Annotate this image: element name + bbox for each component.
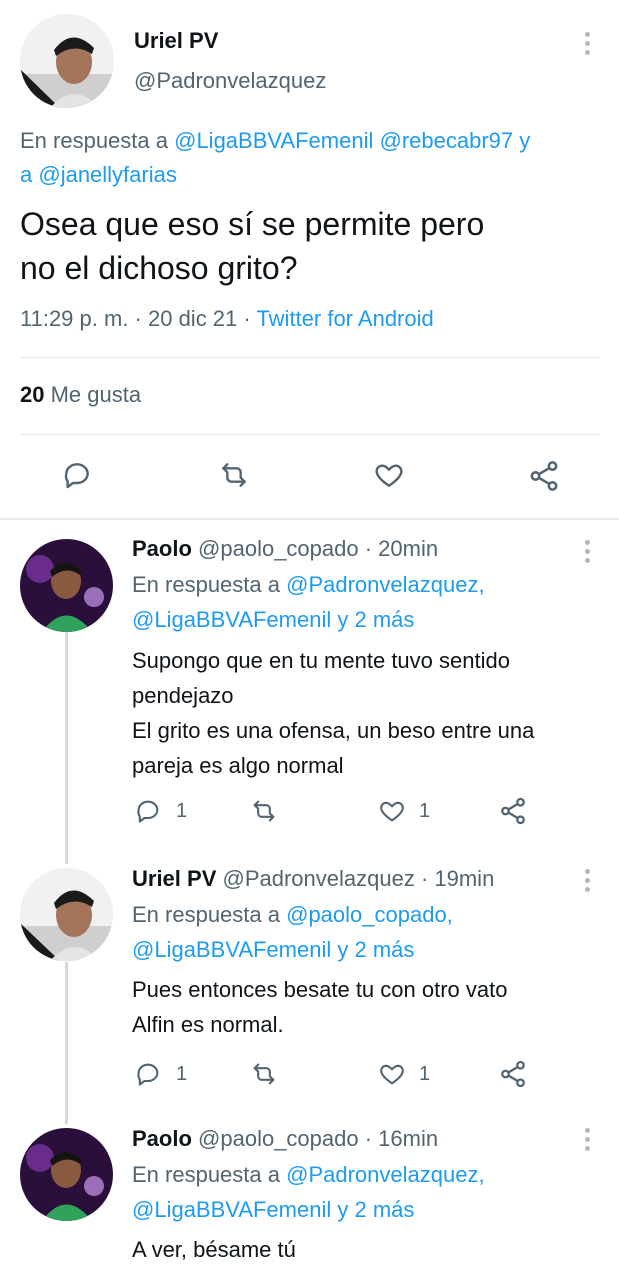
tweet-meta: 11:29 p. m. · 20 dic 21 · Twitter for An…	[20, 306, 434, 332]
reply-count: 1	[176, 1062, 188, 1085]
like-action[interactable]: 1	[377, 797, 430, 825]
divider	[0, 518, 619, 520]
tweet-text-line: Osea que eso sí se permite pero	[20, 206, 485, 242]
reply-and: y	[513, 128, 531, 153]
reply-text-line: Supongo que en tu mente tuvo sentido	[132, 648, 510, 673]
more-mentions-link[interactable]: 2 más	[354, 1197, 414, 1222]
heart-icon	[380, 801, 404, 822]
reply-count: 1	[176, 799, 188, 822]
reply-action[interactable]: 1	[134, 1060, 187, 1088]
tweet-timestamp[interactable]: 11:29 p. m. · 20 dic 21 ·	[20, 306, 256, 331]
reply-text: Pues entonces besate tu con otro vato Al…	[132, 972, 607, 1042]
reply-prefix: En respuesta a	[132, 1162, 287, 1187]
reply-and: y	[331, 607, 355, 632]
author-name[interactable]: Uriel PV	[134, 28, 218, 54]
more-vertical-icon[interactable]	[585, 32, 591, 55]
more-mentions-link[interactable]: 2 más	[354, 607, 414, 632]
author-handle[interactable]: @Padronvelazquez	[134, 68, 326, 94]
main-tweet-header: Uriel PV @Padronvelazquez	[20, 14, 600, 109]
reply-context: En respuesta a @Padronvelazquez, @LigaBBV…	[132, 1157, 602, 1227]
divider	[20, 434, 600, 435]
reply-text-line: El grito es una ofensa, un beso entre un…	[132, 718, 535, 743]
avatar[interactable]	[20, 539, 113, 632]
reply-prefix: En respuesta a	[20, 128, 175, 153]
avatar-photo	[20, 539, 113, 632]
reply-and: a	[20, 162, 39, 187]
author-name[interactable]: Paolo	[132, 1126, 192, 1151]
mention-link[interactable]: @Padronvelazquez,	[286, 572, 484, 597]
more-vertical-icon[interactable]	[585, 540, 591, 563]
speech-bubble-icon	[137, 1063, 159, 1086]
share-icon[interactable]	[498, 796, 528, 826]
avatar[interactable]	[20, 1128, 113, 1221]
reply-text: A ver, bésame tú	[132, 1232, 607, 1264]
author-name[interactable]: Uriel PV	[132, 866, 216, 891]
speech-bubble-icon[interactable]	[61, 459, 93, 491]
divider	[20, 357, 600, 358]
tweet-source-link[interactable]: Twitter for Android	[256, 306, 433, 331]
avatar-photo	[20, 868, 113, 961]
reply-prefix: En respuesta a	[132, 572, 287, 597]
reply-context: En respuesta a @LigaBBVAFemenil @rebecab…	[20, 124, 605, 192]
more-vertical-icon[interactable]	[585, 1128, 591, 1151]
retweet-icon[interactable]	[217, 459, 251, 491]
reply-text-line: A ver, bésame tú	[132, 1237, 296, 1262]
reply-header: Uriel PV @Padronvelazquez · 19min	[132, 866, 494, 892]
avatar-photo	[20, 1128, 113, 1221]
mention-link[interactable]: @LigaBBVAFemenil	[132, 1197, 331, 1222]
likes-count[interactable]: 20 Me gusta	[20, 382, 141, 408]
mention-link[interactable]: @rebecabr97	[379, 128, 513, 153]
reply-text-line: Pues entonces besate tu con otro vato	[132, 977, 508, 1002]
retweet-icon[interactable]	[249, 1060, 279, 1088]
speech-bubble-icon	[137, 800, 159, 823]
reply-prefix: En respuesta a	[132, 902, 287, 927]
heart-icon[interactable]	[372, 459, 406, 491]
likes-label: Me gusta	[44, 382, 142, 407]
thread-connector	[65, 962, 68, 1124]
like-action[interactable]: 1	[377, 1060, 430, 1088]
likes-number: 20	[20, 382, 45, 407]
author-handle-time[interactable]: @paolo_copado · 16min	[198, 1126, 438, 1151]
tweet-text: Osea que eso sí se permite pero no el di…	[20, 202, 605, 290]
reply-context: En respuesta a @paolo_copado, @LigaBBVAFe…	[132, 897, 602, 967]
author-handle-time[interactable]: @paolo_copado · 20min	[198, 536, 438, 561]
thread-connector	[65, 632, 68, 864]
mention-link[interactable]: @LigaBBVAFemenil	[132, 937, 331, 962]
reply-text-line: Alfin es normal.	[132, 1012, 284, 1037]
reply-and: y	[331, 937, 355, 962]
like-count: 1	[419, 799, 431, 822]
reply-header: Paolo @paolo_copado · 20min	[132, 536, 438, 562]
reply-text-line: pendejazo	[132, 683, 234, 708]
author-name[interactable]: Paolo	[132, 536, 192, 561]
heart-icon	[380, 1064, 404, 1085]
avatar-photo	[20, 14, 114, 108]
mention-link[interactable]: @janellyfarias	[38, 162, 177, 187]
avatar[interactable]	[20, 868, 113, 961]
more-vertical-icon[interactable]	[585, 869, 591, 892]
like-count: 1	[419, 1062, 431, 1085]
reply-action[interactable]: 1	[134, 797, 187, 825]
mention-link[interactable]: @LigaBBVAFemenil	[174, 128, 373, 153]
reply-context: En respuesta a @Padronvelazquez, @LigaBBV…	[132, 567, 602, 637]
author-handle-time[interactable]: @Padronvelazquez · 19min	[223, 866, 495, 891]
avatar[interactable]	[20, 14, 114, 108]
reply-text-line: pareja es algo normal	[132, 753, 344, 778]
reply-and: y	[331, 1197, 355, 1222]
mention-link[interactable]: @LigaBBVAFemenil	[132, 607, 331, 632]
mention-link[interactable]: @paolo_copado,	[286, 902, 453, 927]
more-mentions-link[interactable]: 2 más	[354, 937, 414, 962]
share-icon[interactable]	[527, 459, 561, 493]
reply-text: Supongo que en tu mente tuvo sentido pen…	[132, 643, 607, 783]
tweet-text-line: no el dichoso grito?	[20, 250, 298, 286]
retweet-icon[interactable]	[249, 797, 279, 825]
mention-link[interactable]: @Padronvelazquez,	[286, 1162, 484, 1187]
share-icon[interactable]	[498, 1059, 528, 1089]
reply-header: Paolo @paolo_copado · 16min	[132, 1126, 438, 1152]
